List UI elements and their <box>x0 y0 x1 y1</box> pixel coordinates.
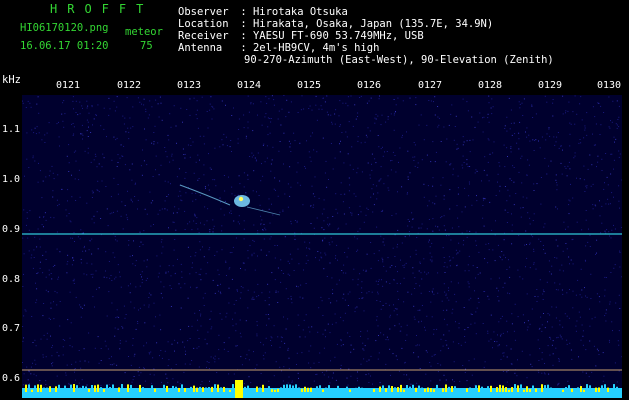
spectrogram-canvas <box>22 95 622 398</box>
x-tick-label: 0127 <box>418 80 443 91</box>
observer-label: Observer <box>178 6 229 18</box>
observer-value: Hirotaka Otsuka <box>252 6 348 18</box>
y-tick-label: 0.7 <box>2 323 21 334</box>
location-row: Location : Hirakata, Osaka, Japan (135.7… <box>178 18 494 30</box>
x-tick-label: 0126 <box>357 80 382 91</box>
receiver-row: Receiver : YAESU FT-690 53.749MHz, USB <box>178 30 424 42</box>
x-tick-label: 0123 <box>177 80 202 91</box>
location-label: Location <box>178 18 229 30</box>
x-tick-label: 0128 <box>478 80 503 91</box>
meteor-core <box>238 196 244 202</box>
y-tick-label: 1.0 <box>2 174 21 185</box>
x-tick-label: 0122 <box>117 80 142 91</box>
meteor-count-value: 75 <box>140 40 153 52</box>
x-tick-label: 0130 <box>597 80 622 91</box>
observation-datetime: 16.06.17 01:20 <box>20 40 109 52</box>
y-tick-label: 0.8 <box>2 274 21 285</box>
x-tick-label: 0124 <box>237 80 262 91</box>
noise-texture <box>22 95 622 386</box>
y-tick-label: 0.6 <box>2 373 21 384</box>
antenna-detail: 90-270-Azimuth (East-West), 90-Elevation… <box>244 54 554 66</box>
x-tick-label: 0129 <box>538 80 563 91</box>
x-tick-label: 0125 <box>297 80 322 91</box>
receiver-value: YAESU FT-690 53.749MHz, USB <box>252 30 424 42</box>
antenna-value: 2el-HB9CV, 4m's high <box>252 42 380 54</box>
y-tick-label: 0.9 <box>2 224 21 235</box>
receiver-label: Receiver <box>178 30 229 42</box>
location-value: Hirakata, Osaka, Japan (135.7E, 34.9N) <box>252 18 494 30</box>
meteor-tail <box>246 206 281 216</box>
app-logo: HROFFT <box>50 2 154 16</box>
y-tick-label: 1.1 <box>2 124 21 135</box>
y-axis-unit: kHz <box>2 74 21 86</box>
meteor-count-label: meteor <box>125 26 163 38</box>
image-filename: HI06170120.png <box>20 22 109 34</box>
antenna-label: Antenna <box>178 42 223 54</box>
x-tick-label: 0121 <box>56 80 81 91</box>
meteor-echo <box>234 195 250 207</box>
spectrogram-plot <box>22 95 622 398</box>
meteor-intensity-peak <box>235 380 243 398</box>
antenna-row: Antenna : 2el-HB9CV, 4m's high <box>178 42 380 54</box>
observer-row: Observer : Hirotaka Otsuka <box>178 6 348 18</box>
